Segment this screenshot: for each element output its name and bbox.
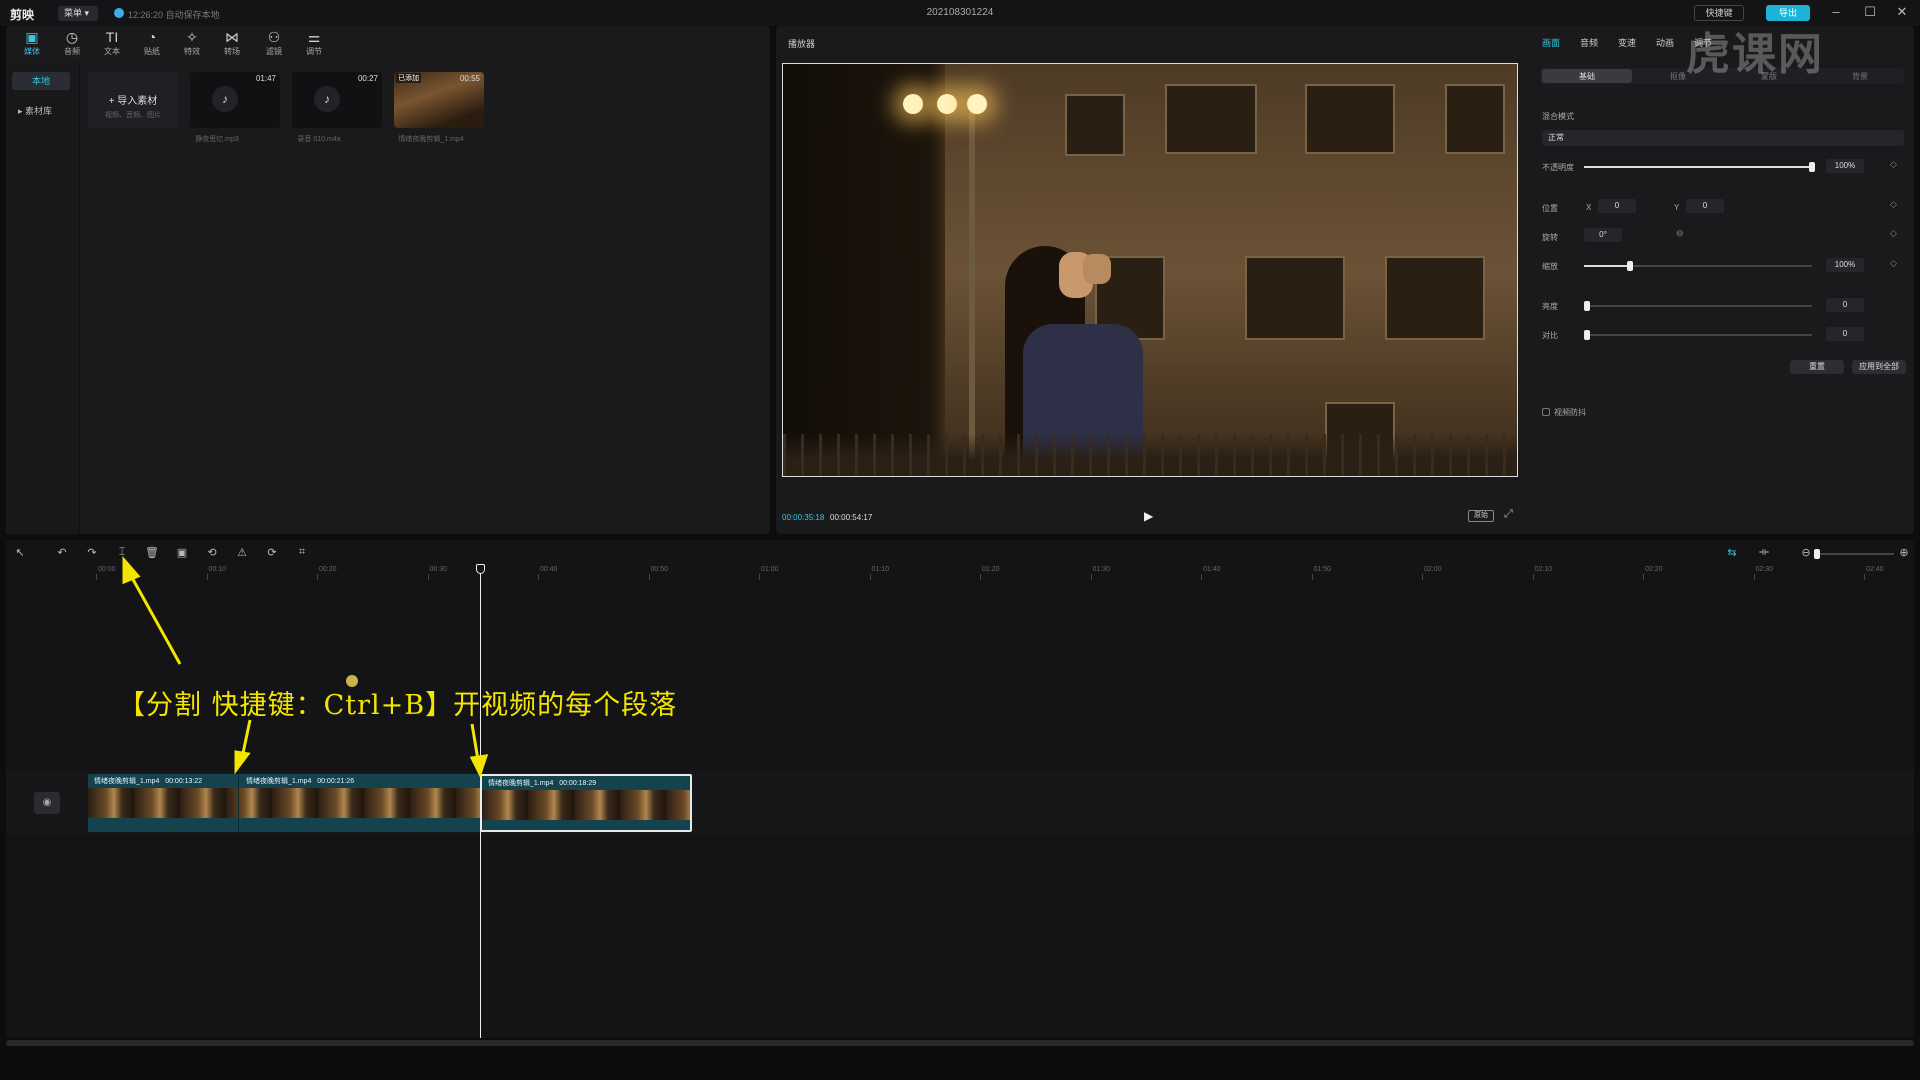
- annotation-arrows: [122, 556, 489, 778]
- arrow-head: [469, 754, 489, 778]
- arrow-head: [122, 556, 141, 585]
- arrow-line: [128, 573, 182, 665]
- watermark: 虎课网: [1686, 30, 1824, 79]
- annotation-text: 【分割 快捷键：Ctrl+B】开视频的每个段落: [118, 690, 678, 721]
- arrow-head: [234, 750, 251, 775]
- arrow-line: [470, 723, 480, 761]
